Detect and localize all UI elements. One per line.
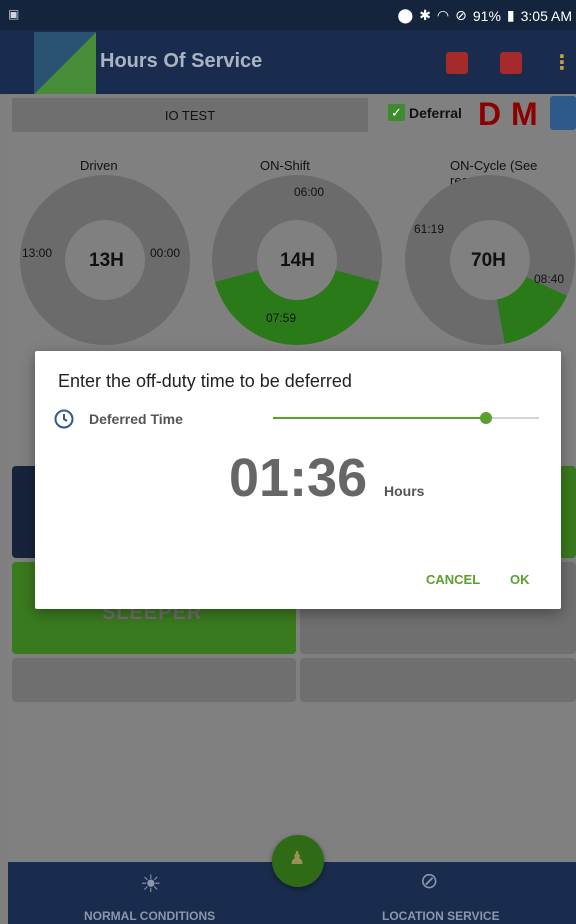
deferral-label: Deferral: [409, 104, 462, 121]
oncycle-left-time: 61:19: [414, 222, 445, 236]
slider-fill: [273, 417, 486, 419]
yard-button[interactable]: YARD: [12, 658, 296, 702]
normal-conditions-label[interactable]: NORMAL CONDITIONS: [84, 909, 215, 923]
mobile-device-icon[interactable]: [446, 52, 468, 74]
screenshot-icon: ▣: [8, 7, 20, 21]
ring-label-driven: Driven: [80, 158, 118, 173]
clock-icon: [54, 409, 74, 429]
truck-icon[interactable]: [500, 52, 522, 74]
clock-time: 3:05 AM: [520, 7, 572, 24]
wifi-icon: ◠: [436, 7, 450, 23]
location-icon: ⬤: [397, 7, 414, 23]
app-logo: [34, 32, 96, 94]
location-service-label[interactable]: LOCATION SERVICE: [382, 909, 500, 923]
deferred-time-slider[interactable]: [273, 412, 539, 424]
deferral-checkbox[interactable]: ✓ Deferral: [388, 104, 462, 121]
deferral-dialog: Enter the off-duty time to be deferred D…: [35, 351, 561, 609]
clipboard-icon[interactable]: [550, 96, 576, 130]
oncycle-right-time: 08:40: [534, 272, 565, 286]
deferred-time-unit: Hours: [384, 483, 425, 499]
personal-button[interactable]: PERSONAL: [300, 658, 576, 702]
sun-icon[interactable]: ☀: [140, 870, 162, 899]
oncycle-center: 70H: [471, 250, 506, 271]
deferred-time-value: 01:36: [229, 448, 368, 508]
driver-name-bar[interactable]: IO TEST: [12, 98, 368, 132]
violation-d-indicator[interactable]: D: [478, 96, 501, 133]
location-off-icon[interactable]: ⊘: [420, 868, 438, 894]
battery-icon: ▮: [506, 7, 515, 23]
driven-center: 13H: [89, 250, 124, 271]
bluetooth-icon: ✱: [419, 7, 431, 23]
deferred-time-label: Deferred Time: [89, 411, 183, 427]
dialog-title: Enter the off-duty time to be deferred: [58, 371, 352, 391]
onshift-bottom-time: 07:59: [266, 311, 297, 325]
ring-label-onshift: ON-Shift: [260, 158, 310, 173]
app-title: Hours Of Service: [100, 50, 263, 72]
driven-left-time: 13:00: [22, 246, 53, 260]
onshift-center: 14H: [280, 250, 315, 271]
cancel-button[interactable]: CANCEL: [426, 572, 480, 587]
onshift-top-time: 06:00: [294, 185, 325, 199]
personal-label: PERSONAL: [382, 671, 502, 693]
person-icon: ♟: [289, 848, 306, 868]
slider-thumb[interactable]: [479, 412, 492, 424]
battery-level: 91%: [472, 7, 501, 24]
driven-right-time: 00:00: [150, 246, 181, 260]
yard-label: YARD: [124, 671, 183, 693]
checkbox-checked-icon[interactable]: ✓: [388, 104, 405, 121]
status-bar: ▣ ⬤ ✱ ◠ ⊘ 91% ▮ 3:05 AM: [0, 0, 576, 30]
app-bar: Hours Of Service ⋮: [0, 30, 576, 94]
more-options-icon[interactable]: ⋮: [552, 50, 572, 75]
violation-m-indicator[interactable]: M: [511, 96, 538, 133]
fab-action-button[interactable]: ♟: [272, 835, 324, 887]
ok-button[interactable]: OK: [510, 572, 530, 587]
dnd-icon: ⊘: [455, 7, 467, 23]
